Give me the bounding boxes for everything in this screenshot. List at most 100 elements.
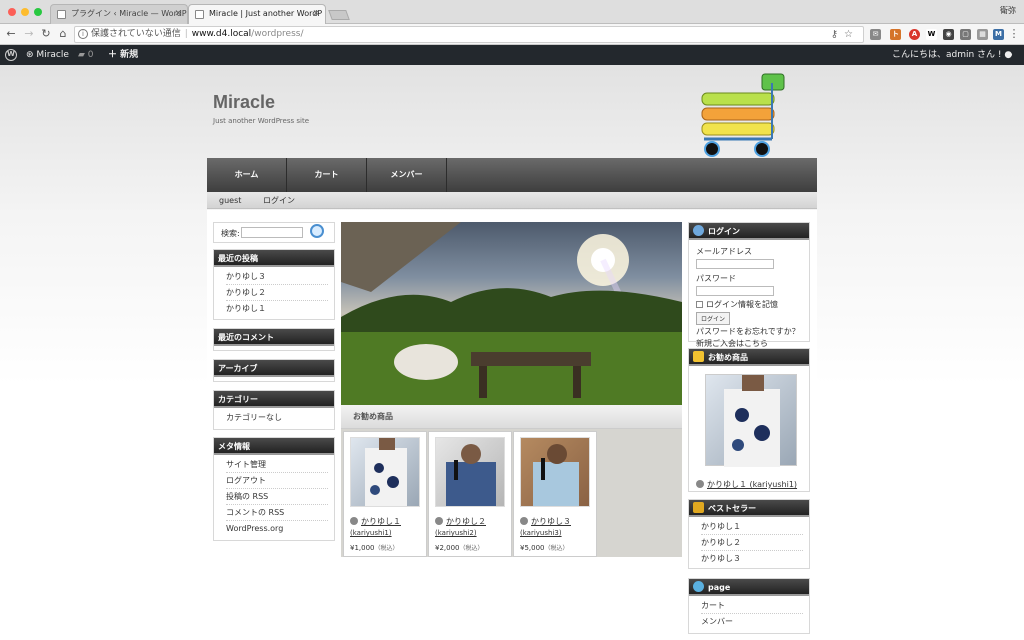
extension-icon[interactable]: ▢: [960, 29, 971, 40]
password-field[interactable]: [696, 286, 774, 296]
reload-icon[interactable]: ↻: [39, 27, 53, 41]
site-title[interactable]: Miracle: [213, 92, 275, 113]
browser-toolbar: ← → ↻ ⌂ i 保護されていない通信 | www.d4.local/wordpr…: [0, 24, 1024, 45]
product-name-link[interactable]: かりゆし２: [435, 516, 486, 527]
minimize-window-button[interactable]: [21, 8, 29, 16]
featured-product-image[interactable]: [705, 374, 797, 467]
admin-site-name: Miracle: [36, 50, 69, 60]
nav-cart[interactable]: カート: [287, 158, 367, 192]
bestseller-link[interactable]: かりゆし２: [701, 535, 803, 551]
product-price: ¥2,000（税込）: [435, 544, 484, 552]
crown-icon: [693, 502, 704, 513]
widget-title: page: [689, 579, 809, 596]
dashboard-icon: ⊛: [26, 50, 34, 60]
product-code-link[interactable]: (kariyushi1): [350, 529, 392, 537]
product-image[interactable]: [520, 437, 590, 507]
product-price: ¥5,000（税込）: [520, 544, 569, 552]
plus-icon: ＋: [108, 50, 118, 60]
close-tab-icon[interactable]: ✕: [312, 5, 320, 23]
comment-icon: ▰: [78, 50, 85, 60]
address-bar[interactable]: i 保護されていない通信 | www.d4.local/wordpress/ ⚷☆: [74, 26, 864, 43]
login-button[interactable]: ログイン: [696, 312, 731, 325]
close-window-button[interactable]: [8, 8, 16, 16]
product-price: ¥1,000（税込）: [350, 544, 399, 552]
meta-logout-link[interactable]: ログアウト: [226, 473, 328, 489]
product-card[interactable]: かりゆし１ (kariyushi1) ¥1,000（税込）: [343, 431, 427, 557]
page-icon: [195, 10, 204, 19]
hero-photo: [341, 222, 682, 405]
meta-widget: メタ情報 サイト管理 ログアウト 投稿の RSS コメントの RSS WordP…: [213, 437, 335, 541]
tab-title: プラグイン ‹ Miracle — WordP: [71, 9, 187, 18]
meta-wordpress-link[interactable]: WordPress.org: [226, 521, 328, 537]
search-icon[interactable]: ⌕: [1008, 45, 1013, 65]
adblock-icon[interactable]: A: [909, 29, 920, 40]
account-menu[interactable]: こんにちは、admin さん ! ●: [892, 45, 1012, 65]
product-image[interactable]: [435, 437, 505, 507]
recent-post-link[interactable]: かりゆし１: [226, 301, 328, 317]
remember-checkbox[interactable]: [696, 301, 703, 308]
nav-member[interactable]: メンバー: [367, 158, 447, 192]
product-card[interactable]: かりゆし３ (kariyushi3) ¥5,000（税込）: [513, 431, 597, 557]
featured-widget: お勧め商品 かりゆし１ (kariyushi1): [688, 348, 810, 492]
new-label: 新規: [120, 50, 139, 60]
search-widget: 検索:: [213, 222, 335, 243]
browser-tab-strip: プラグイン ‹ Miracle — WordP ✕ Miracle | Just…: [0, 0, 1024, 24]
tab-title: Miracle | Just another WordP: [209, 9, 323, 18]
key-icon[interactable]: ⚷: [831, 29, 844, 40]
browser-tab-miracle[interactable]: Miracle | Just another WordP ✕: [188, 4, 326, 24]
close-tab-icon[interactable]: ✕: [174, 5, 182, 23]
extension-icon[interactable]: ◉: [943, 29, 954, 40]
bestseller-link[interactable]: かりゆし１: [701, 519, 803, 535]
bookmark-star-icon[interactable]: ☆: [844, 29, 859, 40]
category-link[interactable]: カテゴリーなし: [226, 410, 328, 426]
widget-title: ログイン: [689, 223, 809, 240]
product-code-link[interactable]: (kariyushi2): [435, 529, 477, 537]
featured-product-link[interactable]: かりゆし１ (kariyushi1): [696, 479, 797, 490]
product-card[interactable]: かりゆし２ (kariyushi2) ¥2,000（税込）: [428, 431, 512, 557]
cart-logo-icon: [701, 73, 785, 157]
info-icon[interactable]: i: [78, 29, 88, 39]
extension-icon[interactable]: ト: [890, 29, 901, 40]
page-link-cart[interactable]: カート: [701, 598, 803, 614]
widget-title: カテゴリー: [214, 391, 334, 408]
widget-title: お勧め商品: [689, 349, 809, 366]
recent-post-link[interactable]: かりゆし２: [226, 285, 328, 301]
hero-image: [341, 222, 682, 405]
new-content-menu[interactable]: ＋ 新規: [108, 45, 138, 65]
maximize-window-button[interactable]: [34, 8, 42, 16]
grid-extension-icon[interactable]: ▦: [977, 29, 988, 40]
back-icon[interactable]: ←: [4, 27, 18, 41]
login-link[interactable]: ログイン: [263, 192, 295, 209]
widget-title: 最近のコメント: [214, 329, 334, 346]
page-icon: [693, 581, 704, 592]
search-button-icon[interactable]: [310, 224, 324, 238]
email-field[interactable]: [696, 259, 774, 269]
w-extension-icon[interactable]: W: [926, 29, 937, 40]
browser-profile-name[interactable]: 衛弥: [1000, 5, 1016, 16]
comments-menu[interactable]: ▰ 0: [78, 45, 94, 65]
meta-posts-rss-link[interactable]: 投稿の RSS: [226, 489, 328, 505]
wordpress-logo-icon[interactable]: W: [5, 45, 17, 65]
search-input[interactable]: [241, 227, 303, 238]
password-label: パスワード: [696, 274, 736, 283]
product-code-link[interactable]: (kariyushi3): [520, 529, 562, 537]
forward-icon[interactable]: →: [22, 27, 36, 41]
m-extension-icon[interactable]: M: [993, 29, 1004, 40]
product-image[interactable]: [350, 437, 420, 507]
site-menu[interactable]: ⊛ Miracle: [26, 45, 69, 65]
forgot-password-link[interactable]: パスワードをお忘れですか？: [696, 326, 802, 337]
home-icon[interactable]: ⌂: [56, 27, 70, 41]
browser-tab-plugins[interactable]: プラグイン ‹ Miracle — WordP ✕: [50, 4, 188, 24]
nav-home[interactable]: ホーム: [207, 158, 287, 192]
bestseller-link[interactable]: かりゆし３: [701, 551, 803, 567]
page-link-member[interactable]: メンバー: [701, 614, 803, 630]
menu-icon[interactable]: ⋮: [1007, 27, 1021, 41]
product-name-link[interactable]: かりゆし１: [350, 516, 401, 527]
login-icon: [693, 225, 704, 236]
meta-comments-rss-link[interactable]: コメントの RSS: [226, 505, 328, 521]
product-name-link[interactable]: かりゆし３: [520, 516, 571, 527]
new-tab-button[interactable]: [328, 10, 350, 20]
meta-site-admin-link[interactable]: サイト管理: [226, 457, 328, 473]
recent-post-link[interactable]: かりゆし３: [226, 269, 328, 285]
mail-extension-icon[interactable]: ✉: [870, 29, 881, 40]
